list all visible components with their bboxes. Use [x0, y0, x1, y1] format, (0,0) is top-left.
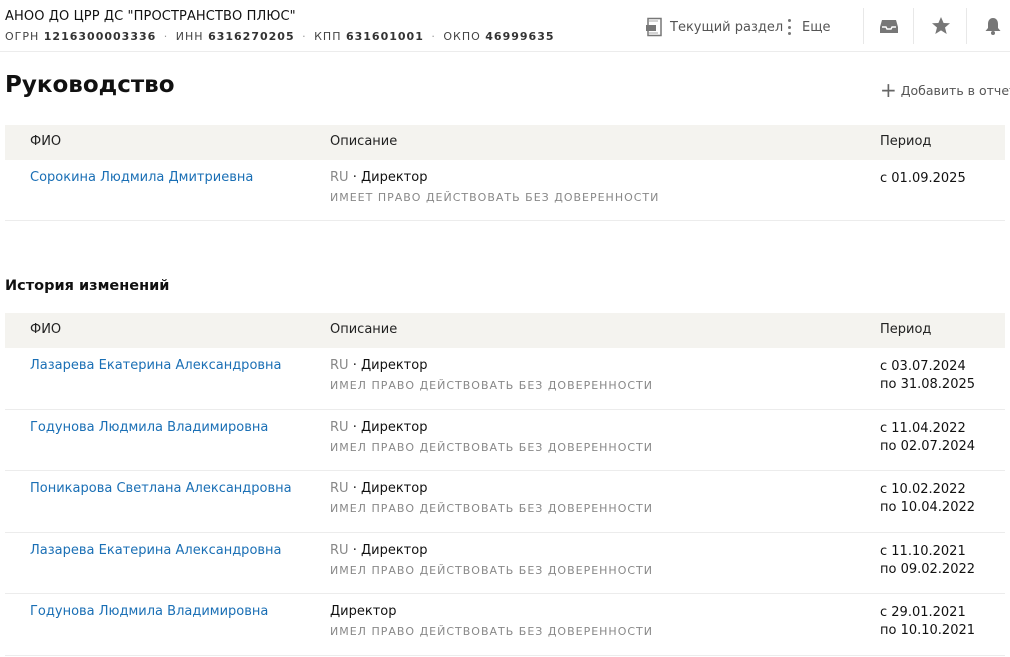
period-to: по 10.10.2021: [880, 623, 976, 638]
role: Директор: [360, 358, 428, 373]
table-row: Сорокина Людмила Дмитриевна RU · Директо…: [5, 160, 1005, 221]
history-table: ФИО Описание Период Лазарева Екатерина А…: [5, 313, 1005, 656]
lang-code: RU: [330, 358, 349, 373]
period-to: по 10.04.2022: [880, 500, 976, 515]
authority-note: ИМЕЕТ ПРАВО ДЕЙСТВОВАТЬ БЕЗ ДОВЕРЕННОСТИ: [330, 191, 660, 204]
period-from: с 01.09.2025: [880, 171, 966, 186]
lang-code: RU: [330, 420, 349, 435]
star-icon: [932, 17, 950, 34]
person-link[interactable]: Лазарева Екатерина Александровна: [30, 358, 282, 373]
current-section-label: Текущий раздел: [670, 19, 784, 35]
person-link[interactable]: Годунова Людмила Владимировна: [30, 420, 268, 435]
period-from: с 10.02.2022: [880, 482, 966, 497]
period: с 11.04.2022 по 02.07.2024: [880, 420, 975, 456]
notifications-button[interactable]: [982, 15, 1004, 37]
period: с 11.10.2021 по 09.02.2022: [880, 543, 975, 579]
add-to-report-label: Добавить в отчет: [900, 82, 1010, 98]
kpp-value: 631601001: [345, 30, 424, 43]
ogrn-value: 1216300003336: [43, 30, 157, 43]
column-description: Описание: [330, 322, 398, 337]
company-name: АНОО ДО ЦРР ДС "ПРОСТРАНСТВО ПЛЮС": [5, 9, 296, 24]
role: Директор: [360, 481, 428, 496]
authority-note: ИМЕЛ ПРАВО ДЕЙСТВОВАТЬ БЕЗ ДОВЕРЕННОСТИ: [330, 441, 653, 454]
role: Директор: [360, 543, 428, 558]
table-row: Лазарева Екатерина Александровна RU · Ди…: [5, 533, 1005, 594]
role: Директор: [330, 604, 397, 619]
period: с 03.07.2024 по 31.08.2025: [880, 358, 975, 394]
more-label: Еще: [802, 19, 831, 35]
person-link[interactable]: Сорокина Людмила Дмитриевна: [30, 170, 253, 185]
column-name: ФИО: [30, 322, 62, 337]
period-from: с 29.01.2021: [880, 605, 966, 620]
ogrn-label: ОГРН: [5, 30, 40, 43]
role: Директор: [360, 170, 428, 185]
role-description: RU · Директор: [330, 543, 428, 558]
period-to: по 09.02.2022: [880, 562, 976, 577]
id-separator: ·: [302, 30, 307, 43]
role: Директор: [360, 420, 428, 435]
table-header: ФИО Описание Период: [5, 313, 1005, 348]
table-row: Поникарова Светлана Александровна RU · Д…: [5, 471, 1005, 533]
okpo-value: 46999635: [485, 30, 555, 43]
favorite-button[interactable]: [930, 15, 952, 37]
table-row: Годунова Людмила Владимировна Директор И…: [5, 594, 1005, 656]
okpo-label: ОКПО: [443, 30, 481, 43]
header-divider: [913, 8, 914, 44]
inbox-icon: [880, 20, 898, 33]
table-header: ФИО Описание Период: [5, 125, 1005, 160]
period: с 01.09.2025: [880, 170, 966, 188]
lang-code: RU: [330, 170, 349, 185]
authority-note: ИМЕЛ ПРАВО ДЕЙСТВОВАТЬ БЕЗ ДОВЕРЕННОСТИ: [330, 379, 653, 392]
inn-value: 6316270205: [208, 30, 295, 43]
id-separator: ·: [431, 30, 436, 43]
period-from: с 11.10.2021: [880, 544, 966, 559]
role-description: RU · Директор: [330, 358, 428, 373]
table-row: Годунова Людмила Владимировна RU · Дирек…: [5, 410, 1005, 471]
company-header: АНОО ДО ЦРР ДС "ПРОСТРАНСТВО ПЛЮС" ОГРН …: [0, 0, 1010, 52]
period: с 10.02.2022 по 10.04.2022: [880, 481, 975, 517]
period-to: по 02.07.2024: [880, 439, 976, 454]
role-description: RU · Директор: [330, 170, 428, 185]
person-link[interactable]: Лазарева Екатерина Александровна: [30, 543, 282, 558]
bell-icon: [985, 18, 1001, 35]
header-divider: [863, 8, 864, 44]
period: с 29.01.2021 по 10.10.2021: [880, 604, 975, 640]
person-link[interactable]: Поникарова Светлана Александровна: [30, 481, 292, 496]
header-divider: [966, 8, 967, 44]
table-row: Лазарева Екатерина Александровна RU · Ди…: [5, 348, 1005, 410]
pdf-icon: [646, 17, 662, 37]
id-separator: ·: [163, 30, 169, 43]
current-section-pdf-button[interactable]: Текущий раздел: [645, 16, 783, 38]
authority-note: ИМЕЛ ПРАВО ДЕЙСТВОВАТЬ БЕЗ ДОВЕРЕННОСТИ: [330, 502, 653, 515]
period-from: с 03.07.2024: [880, 359, 966, 374]
column-description: Описание: [330, 134, 398, 149]
inbox-button[interactable]: [878, 15, 900, 37]
more-vertical-icon: [788, 19, 792, 35]
lang-code: RU: [330, 481, 349, 496]
role-description: Директор: [330, 604, 397, 619]
column-period: Период: [880, 322, 932, 337]
period-to: по 31.08.2025: [880, 377, 976, 392]
role-description: RU · Директор: [330, 481, 428, 496]
authority-note: ИМЕЛ ПРАВО ДЕЙСТВОВАТЬ БЕЗ ДОВЕРЕННОСТИ: [330, 625, 653, 638]
add-to-report-button[interactable]: + Добавить в отчет: [880, 78, 1010, 102]
role-description: RU · Директор: [330, 420, 428, 435]
management-table: ФИО Описание Период Сорокина Людмила Дми…: [5, 125, 1005, 221]
column-name: ФИО: [30, 134, 62, 149]
plus-icon: +: [880, 78, 897, 102]
page-title: Руководство: [5, 72, 175, 98]
person-link[interactable]: Годунова Людмила Владимировна: [30, 604, 268, 619]
inn-label: ИНН: [175, 30, 204, 43]
kpp-label: КПП: [314, 30, 342, 43]
company-identifiers: ОГРН 1216300003336 · ИНН 6316270205 · КП…: [5, 30, 555, 43]
lang-code: RU: [330, 543, 349, 558]
more-button[interactable]: Еще: [788, 16, 830, 38]
period-from: с 11.04.2022: [880, 421, 966, 436]
column-period: Период: [880, 134, 932, 149]
authority-note: ИМЕЛ ПРАВО ДЕЙСТВОВАТЬ БЕЗ ДОВЕРЕННОСТИ: [330, 564, 653, 577]
history-title: История изменений: [5, 278, 170, 294]
